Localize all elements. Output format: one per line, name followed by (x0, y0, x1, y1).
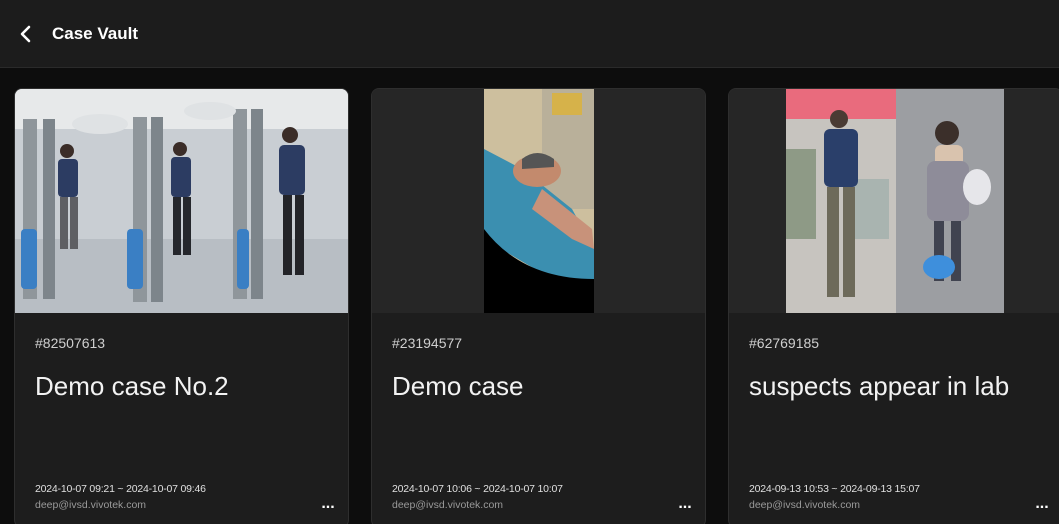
case-time-range: 2024-10-07 09:21 ~ 2024-10-07 09:46 (35, 483, 206, 495)
case-time-range: 2024-09-13 10:53 ~ 2024-09-13 15:07 (749, 483, 920, 495)
chevron-left-icon (20, 25, 31, 42)
more-options-button[interactable]: ... (673, 496, 697, 515)
page-title: Case Vault (52, 23, 138, 43)
case-title[interactable]: suspects appear in lab (749, 371, 1009, 402)
case-owner: deep@ivsd.vivotek.com (392, 499, 504, 511)
case-card[interactable]: #23194577 Demo case 2024-10-07 10:06 ~ 2… (371, 88, 706, 524)
case-title[interactable]: Demo case (392, 371, 524, 402)
case-card[interactable]: #62769185 suspects appear in lab 2024-09… (728, 88, 1059, 524)
case-thumbnail (729, 89, 1059, 313)
case-thumbnail (15, 89, 348, 313)
case-thumbnail (372, 89, 705, 313)
case-id: #62769185 (749, 335, 820, 351)
thumbnail-image (729, 89, 1059, 313)
thumbnail-image (15, 89, 348, 313)
case-time-range: 2024-10-07 10:06 ~ 2024-10-07 10:07 (392, 483, 563, 495)
case-card[interactable]: #82507613 Demo case No.2 2024-10-07 09:2… (14, 88, 349, 524)
top-bar: Case Vault (0, 0, 1059, 68)
case-grid: #82507613 Demo case No.2 2024-10-07 09:2… (0, 68, 1059, 524)
back-button[interactable] (8, 16, 44, 52)
more-options-button[interactable]: ... (1030, 496, 1054, 515)
case-vault-page: Case Vault #82507613 Demo case No.2 2024… (0, 0, 1059, 524)
case-owner: deep@ivsd.vivotek.com (35, 499, 147, 511)
case-owner: deep@ivsd.vivotek.com (749, 499, 861, 511)
case-id: #23194577 (392, 335, 463, 351)
thumbnail-image (372, 89, 705, 313)
case-id: #82507613 (35, 335, 106, 351)
more-options-button[interactable]: ... (316, 496, 340, 515)
case-title[interactable]: Demo case No.2 (35, 371, 229, 402)
